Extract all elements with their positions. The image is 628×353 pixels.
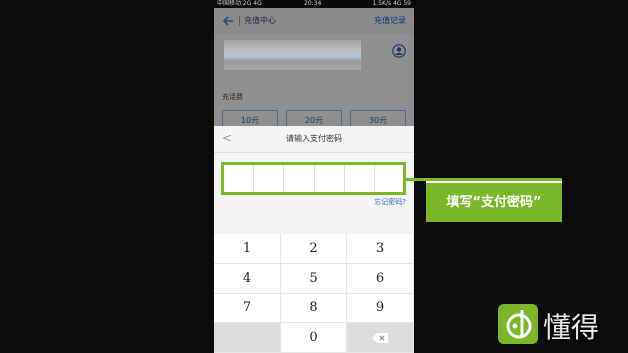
key-6[interactable]: 6 bbox=[347, 263, 414, 294]
status-bar: 中国移动 2G 4G 20:34 1.5K/s 4G 59 bbox=[214, 0, 414, 8]
contact-icon[interactable] bbox=[392, 44, 406, 58]
sheet-header: < 请输入支付密码 bbox=[214, 126, 414, 153]
key-0[interactable]: 0 bbox=[281, 323, 347, 353]
password-sheet: < 请输入支付密码 忘记密码? 1 2 3 4 5 6 7 8 9 0 bbox=[214, 126, 414, 353]
amount-label: 充话费 bbox=[222, 93, 243, 101]
key-delete[interactable] bbox=[347, 323, 414, 353]
key-9[interactable]: 9 bbox=[347, 293, 414, 324]
key-blank bbox=[214, 323, 281, 353]
key-3[interactable]: 3 bbox=[347, 234, 414, 264]
sheet-title: 请输入支付密码 bbox=[286, 134, 342, 143]
password-highlight-frame bbox=[221, 162, 406, 195]
key-4[interactable]: 4 bbox=[214, 263, 281, 294]
forgot-password-link[interactable]: 忘记密码? bbox=[374, 197, 406, 207]
dongde-logo-icon bbox=[498, 304, 538, 344]
key-7[interactable]: 7 bbox=[214, 293, 281, 324]
brand-name: 懂得 bbox=[543, 311, 600, 344]
key-5[interactable]: 5 bbox=[281, 263, 347, 294]
page-title: 充值中心 bbox=[244, 16, 276, 25]
key-2[interactable]: 2 bbox=[281, 234, 347, 264]
callout-connector bbox=[406, 178, 426, 181]
key-1[interactable]: 1 bbox=[214, 234, 281, 264]
status-right: 1.5K/s 4G 59 bbox=[372, 0, 411, 7]
recharge-record-link[interactable]: 充值记录 bbox=[374, 15, 406, 26]
backspace-icon bbox=[372, 332, 388, 343]
appbar-divider bbox=[239, 16, 240, 26]
recharge-form: 充话费 10元 20元 30元 bbox=[214, 34, 414, 130]
back-arrow-icon[interactable] bbox=[221, 14, 235, 28]
key-8[interactable]: 8 bbox=[281, 293, 347, 324]
numeric-keypad: 1 2 3 4 5 6 7 8 9 0 bbox=[214, 234, 414, 353]
phone-number-field[interactable] bbox=[224, 40, 361, 70]
status-time: 20:34 bbox=[304, 0, 322, 7]
callout-hint: 填写“支付密码” bbox=[426, 178, 562, 222]
status-left: 中国移动 2G 4G bbox=[217, 0, 262, 7]
callout-stripe bbox=[426, 181, 562, 183]
app-bar: 充值中心 充值记录 bbox=[214, 8, 414, 34]
